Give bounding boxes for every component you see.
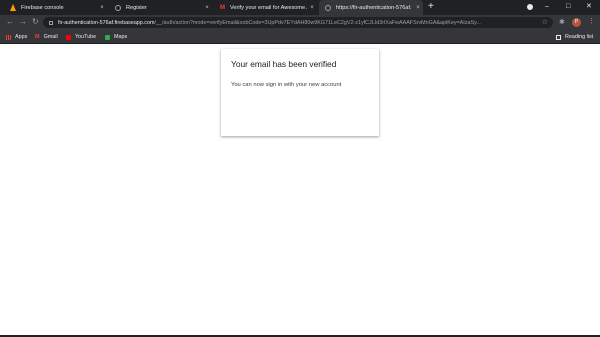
extensions-icon[interactable]: ✱ — [559, 18, 565, 27]
gmail-icon: M — [220, 4, 225, 11]
menu-icon[interactable]: ⋮ — [588, 16, 595, 28]
tab-register[interactable]: Register × — [109, 0, 212, 15]
tab-title: https://fir-authentication-576af. — [336, 4, 412, 11]
tab-title: Verify your email for Awesome A — [230, 4, 307, 11]
tab-auth-action[interactable]: https://fir-authentication-576af. × — [319, 0, 423, 15]
forward-icon[interactable]: → — [19, 16, 27, 28]
bookmarks-bar: Apps M Gmail YouTube Maps Reading list — [0, 30, 600, 44]
tab-verify-email[interactable]: M Verify your email for Awesome A × — [214, 0, 317, 15]
tab-title: Register — [126, 4, 147, 11]
reload-icon[interactable]: ↻ — [32, 16, 39, 28]
bookmark-gmail[interactable]: M Gmail — [35, 30, 58, 44]
tab-search-icon[interactable] — [527, 4, 533, 10]
youtube-icon — [66, 34, 71, 40]
globe-icon — [115, 4, 121, 11]
maximize-icon[interactable]: □ — [566, 1, 570, 13]
bookmark-youtube[interactable]: YouTube — [66, 30, 96, 44]
minimize-icon[interactable]: – — [545, 1, 549, 13]
bookmark-maps[interactable]: Maps — [105, 30, 127, 44]
tab-firebase-console[interactable]: Firebase console × — [4, 0, 107, 15]
apps-icon — [6, 34, 11, 40]
new-tab-button[interactable]: + — [428, 1, 434, 13]
bookmark-apps[interactable]: Apps — [6, 30, 27, 44]
reading-list-icon — [556, 34, 561, 40]
close-icon[interactable]: × — [307, 5, 317, 11]
close-icon[interactable]: × — [413, 5, 423, 11]
card-message: You can now sign in with your new accoun… — [231, 82, 342, 88]
url-path: /__/auth/action?mode=verifyEmail&oobCode… — [154, 19, 481, 26]
card-title: Your email has been verified — [231, 59, 337, 69]
address-bar[interactable]: fir-authentication-576af.firebaseapp.com… — [43, 17, 553, 28]
globe-icon — [325, 4, 331, 11]
url-text[interactable]: fir-authentication-576af.firebaseapp.com… — [58, 20, 481, 26]
profile-avatar[interactable]: P — [572, 18, 581, 27]
tab-strip: Firebase console × Register × M Verify y… — [0, 0, 600, 15]
close-icon[interactable]: × — [97, 5, 107, 11]
bookmark-label: Gmail — [43, 34, 58, 40]
tab-title: Firebase console — [21, 4, 64, 11]
reading-list-label: Reading list — [565, 34, 594, 40]
verification-card: Your email has been verified You can now… — [221, 49, 379, 136]
gmail-icon: M — [35, 34, 40, 40]
bookmark-label: Apps — [15, 34, 28, 40]
bookmark-star-icon[interactable]: ☆ — [542, 17, 548, 28]
browser-toolbar: ← → ↻ fir-authentication-576af.firebasea… — [0, 15, 600, 30]
reading-list-button[interactable]: Reading list — [556, 30, 593, 44]
back-icon[interactable]: ← — [6, 16, 14, 28]
bookmark-label: YouTube — [75, 34, 97, 40]
close-icon[interactable]: × — [202, 5, 212, 11]
url-host: fir-authentication-576af.firebaseapp.com — [58, 19, 155, 26]
lock-icon[interactable] — [49, 20, 53, 25]
window-close-icon[interactable]: ✕ — [586, 1, 592, 13]
page-content: Your email has been verified You can now… — [0, 45, 600, 337]
bookmark-label: Maps — [114, 34, 128, 40]
firebase-icon — [10, 4, 16, 11]
maps-icon — [105, 34, 110, 40]
